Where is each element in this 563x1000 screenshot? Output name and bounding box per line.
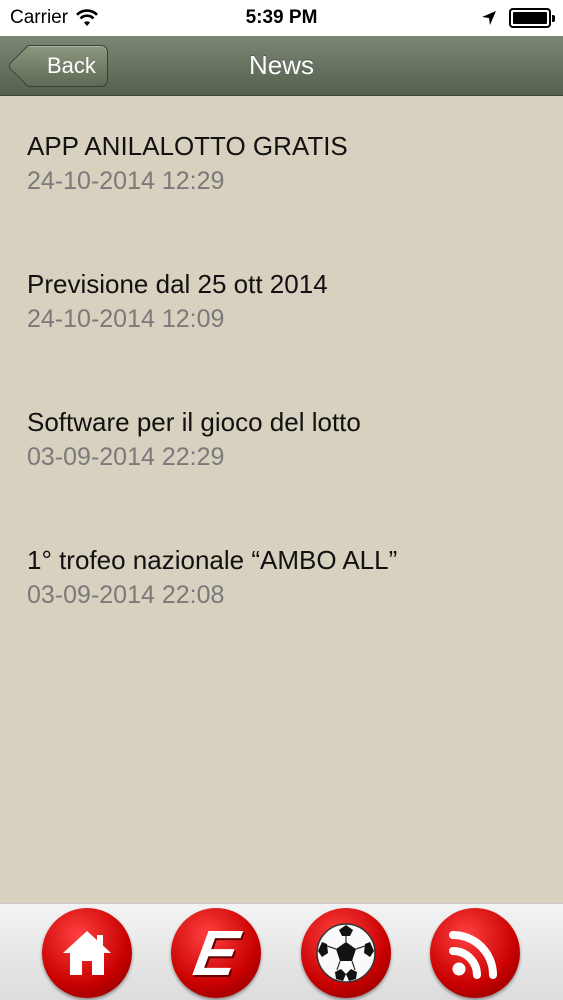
news-title: 1° trofeo nazionale “AMBO ALL” [27, 545, 398, 575]
location-arrow-icon [482, 11, 496, 25]
page-title: News [248, 50, 314, 80]
news-title: Previsione dal 25 ott 2014 [27, 269, 328, 299]
news-date: 03-09-2014 22:08 [27, 581, 225, 609]
tab-ball-button[interactable] [301, 908, 391, 998]
news-date: 03-09-2014 22:29 [27, 443, 225, 471]
news-item[interactable]: Software per il gioco del lotto 03-09-20… [0, 372, 563, 510]
tab-bar: E [0, 903, 563, 1000]
e-logo-icon: E [188, 917, 244, 989]
news-date: 24-10-2014 12:09 [27, 305, 225, 333]
tab-home-button[interactable] [42, 908, 132, 998]
screen: Carrier 5:39 PM Back News APP ANILALOTTO… [0, 0, 563, 1000]
home-icon [63, 931, 111, 975]
news-item[interactable]: 1° trofeo nazionale “AMBO ALL” 03-09-201… [0, 510, 563, 648]
news-date: 24-10-2014 12:29 [27, 167, 225, 195]
tab-e-button[interactable]: E [171, 908, 261, 998]
news-item[interactable]: Previsione dal 25 ott 2014 24-10-2014 12… [0, 234, 563, 372]
battery-icon [509, 8, 555, 28]
tab-rss-button[interactable] [430, 908, 520, 998]
soccer-ball-icon [316, 923, 376, 983]
battery-fill [513, 12, 547, 24]
nav-bar: Back News [0, 36, 563, 96]
news-item[interactable]: APP ANILALOTTO GRATIS 24-10-2014 12:29 [0, 96, 563, 234]
news-list: APP ANILALOTTO GRATIS 24-10-2014 12:29 P… [0, 96, 563, 648]
news-title: Software per il gioco del lotto [27, 407, 361, 437]
rss-icon [449, 931, 497, 979]
status-time: 5:39 PM [245, 7, 318, 28]
status-bar: Carrier 5:39 PM [0, 0, 563, 36]
news-title: APP ANILALOTTO GRATIS [27, 131, 348, 161]
status-right [481, 8, 555, 28]
